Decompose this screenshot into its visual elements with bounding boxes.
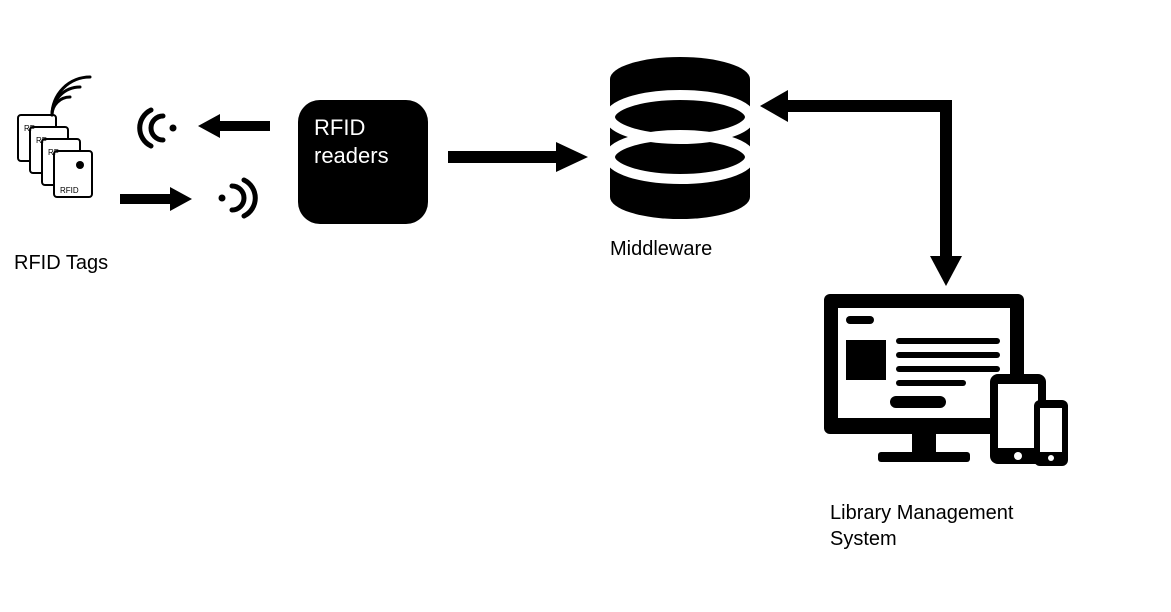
rfid-tags-icon: RF RF RF RFID [10,105,110,210]
arrow-middleware-lms-icon [760,90,980,295]
arrow-right-bottom-icon [120,185,192,218]
signal-bottom-icon [200,170,260,231]
rfid-tags-label: RFID Tags [14,250,108,276]
arrow-left-top-icon [198,112,270,145]
middleware-database-icon [605,55,755,230]
svg-text:RFID: RFID [60,186,79,195]
diagram-canvas: RF RF RF RFID RFID Tags [0,0,1171,612]
svg-text:RF: RF [24,124,35,133]
rfid-readers-box: RFID readers [298,100,428,224]
lms-label: Library Management System [830,500,1013,552]
lms-devices-icon [820,288,1070,493]
signal-top-icon [135,100,195,161]
rfid-readers-label: RFID readers [314,115,389,168]
svg-text:RF: RF [48,148,59,157]
svg-text:RF: RF [36,136,47,145]
middleware-label: Middleware [610,236,712,262]
arrow-readers-to-middleware-icon [448,140,588,179]
